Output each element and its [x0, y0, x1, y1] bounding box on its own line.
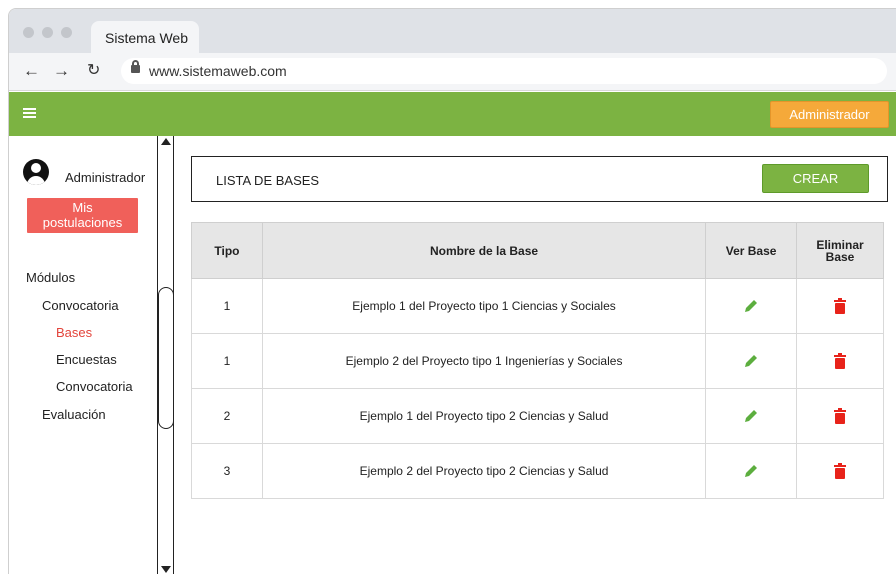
lock-icon — [131, 60, 140, 73]
sidebar-item-evaluacion[interactable]: Evaluación — [42, 407, 106, 422]
sidebar-user-name: Administrador — [65, 170, 146, 185]
cell-tipo: 1 — [191, 278, 263, 334]
cell-nombre: Ejemplo 2 del Proyecto tipo 2 Ciencias y… — [261, 443, 707, 499]
browser-title-bar: Sistema Web — [9, 9, 896, 55]
sidebar-scrollbar[interactable] — [157, 136, 174, 574]
trash-delete-icon[interactable] — [834, 298, 847, 314]
header-eliminar-line2: Base — [825, 249, 855, 264]
scroll-down-arrow-icon[interactable] — [161, 566, 171, 573]
window-maximize-dot[interactable] — [61, 27, 72, 38]
sidebar-item-convocatoria[interactable]: Convocatoria — [42, 298, 119, 313]
reload-icon[interactable]: ↻ — [87, 61, 100, 81]
header-eliminar-base: Eliminar Base — [796, 222, 884, 279]
hamburger-menu-icon[interactable] — [23, 108, 36, 119]
crear-button[interactable]: CREAR — [762, 164, 869, 193]
header-nombre: Nombre de la Base — [261, 222, 707, 279]
cell-eliminar — [796, 443, 884, 499]
cell-nombre: Ejemplo 1 del Proyecto tipo 2 Ciencias y… — [261, 388, 707, 444]
trash-delete-icon[interactable] — [834, 353, 847, 369]
page-title: LISTA DE BASES — [216, 173, 320, 188]
cell-ver — [705, 443, 798, 499]
sidebar-item-encuestas[interactable]: Encuestas — [56, 352, 117, 367]
window-close-dot[interactable] — [23, 27, 34, 38]
table-row: 2 Ejemplo 1 del Proyecto tipo 2 Ciencias… — [191, 388, 884, 444]
scroll-up-arrow-icon[interactable] — [161, 138, 171, 145]
trash-delete-icon[interactable] — [834, 463, 847, 479]
cell-eliminar — [796, 278, 884, 334]
pencil-edit-icon[interactable] — [743, 353, 759, 369]
cell-eliminar — [796, 388, 884, 444]
sidebar-modules-heading: Módulos — [26, 270, 76, 285]
table-row: 3 Ejemplo 2 del Proyecto tipo 2 Ciencias… — [191, 443, 884, 499]
table-row: 1 Ejemplo 2 del Proyecto tipo 1 Ingenier… — [191, 333, 884, 389]
pencil-edit-icon[interactable] — [743, 298, 759, 314]
window-minimize-dot[interactable] — [42, 27, 53, 38]
browser-window: Sistema Web ← → ↻ www.sistemaweb.com Adm… — [8, 8, 896, 574]
administrador-button[interactable]: Administrador — [770, 101, 889, 128]
address-bar: ← → ↻ www.sistemaweb.com — [9, 53, 896, 91]
header-ver-base: Ver Base — [705, 222, 798, 279]
header-tipo: Tipo — [191, 222, 263, 279]
scrollbar-thumb[interactable] — [158, 287, 174, 429]
trash-delete-icon[interactable] — [834, 408, 847, 424]
header-eliminar-line1: Eliminar — [816, 237, 864, 252]
cell-tipo: 1 — [191, 333, 263, 389]
bases-table: Tipo Nombre de la Base Ver Base Eliminar… — [191, 222, 884, 499]
mis-postulaciones-button[interactable]: Mis postulaciones — [27, 198, 138, 233]
table-header-row: Tipo Nombre de la Base Ver Base Eliminar… — [191, 222, 884, 279]
mis-postulaciones-label-line1: Mis — [72, 200, 93, 215]
browser-tab[interactable]: Sistema Web — [91, 21, 199, 55]
cell-ver — [705, 278, 798, 334]
tab-title: Sistema Web — [105, 30, 188, 46]
sidebar: Administrador Mis postulaciones Módulos … — [9, 136, 177, 574]
forward-arrow-icon[interactable]: → — [53, 61, 70, 81]
cell-tipo: 3 — [191, 443, 263, 499]
url-text: www.sistemaweb.com — [149, 63, 287, 79]
cell-ver — [705, 333, 798, 389]
table-row: 1 Ejemplo 1 del Proyecto tipo 1 Ciencias… — [191, 278, 884, 334]
list-header-panel: LISTA DE BASES CREAR — [191, 156, 888, 202]
pencil-edit-icon[interactable] — [743, 408, 759, 424]
cell-nombre: Ejemplo 1 del Proyecto tipo 1 Ciencias y… — [261, 278, 707, 334]
cell-nombre: Ejemplo 2 del Proyecto tipo 1 Ingeniería… — [261, 333, 707, 389]
cell-tipo: 2 — [191, 388, 263, 444]
user-avatar-icon — [23, 159, 49, 185]
cell-eliminar — [796, 333, 884, 389]
pencil-edit-icon[interactable] — [743, 463, 759, 479]
back-arrow-icon[interactable]: ← — [23, 61, 40, 81]
sidebar-item-bases[interactable]: Bases — [56, 325, 92, 340]
app-header: Administrador — [9, 92, 896, 136]
cell-ver — [705, 388, 798, 444]
url-field[interactable]: www.sistemaweb.com — [121, 58, 887, 84]
mis-postulaciones-label-line2: postulaciones — [42, 215, 123, 230]
sidebar-item-convocatoria-sub[interactable]: Convocatoria — [56, 379, 133, 394]
